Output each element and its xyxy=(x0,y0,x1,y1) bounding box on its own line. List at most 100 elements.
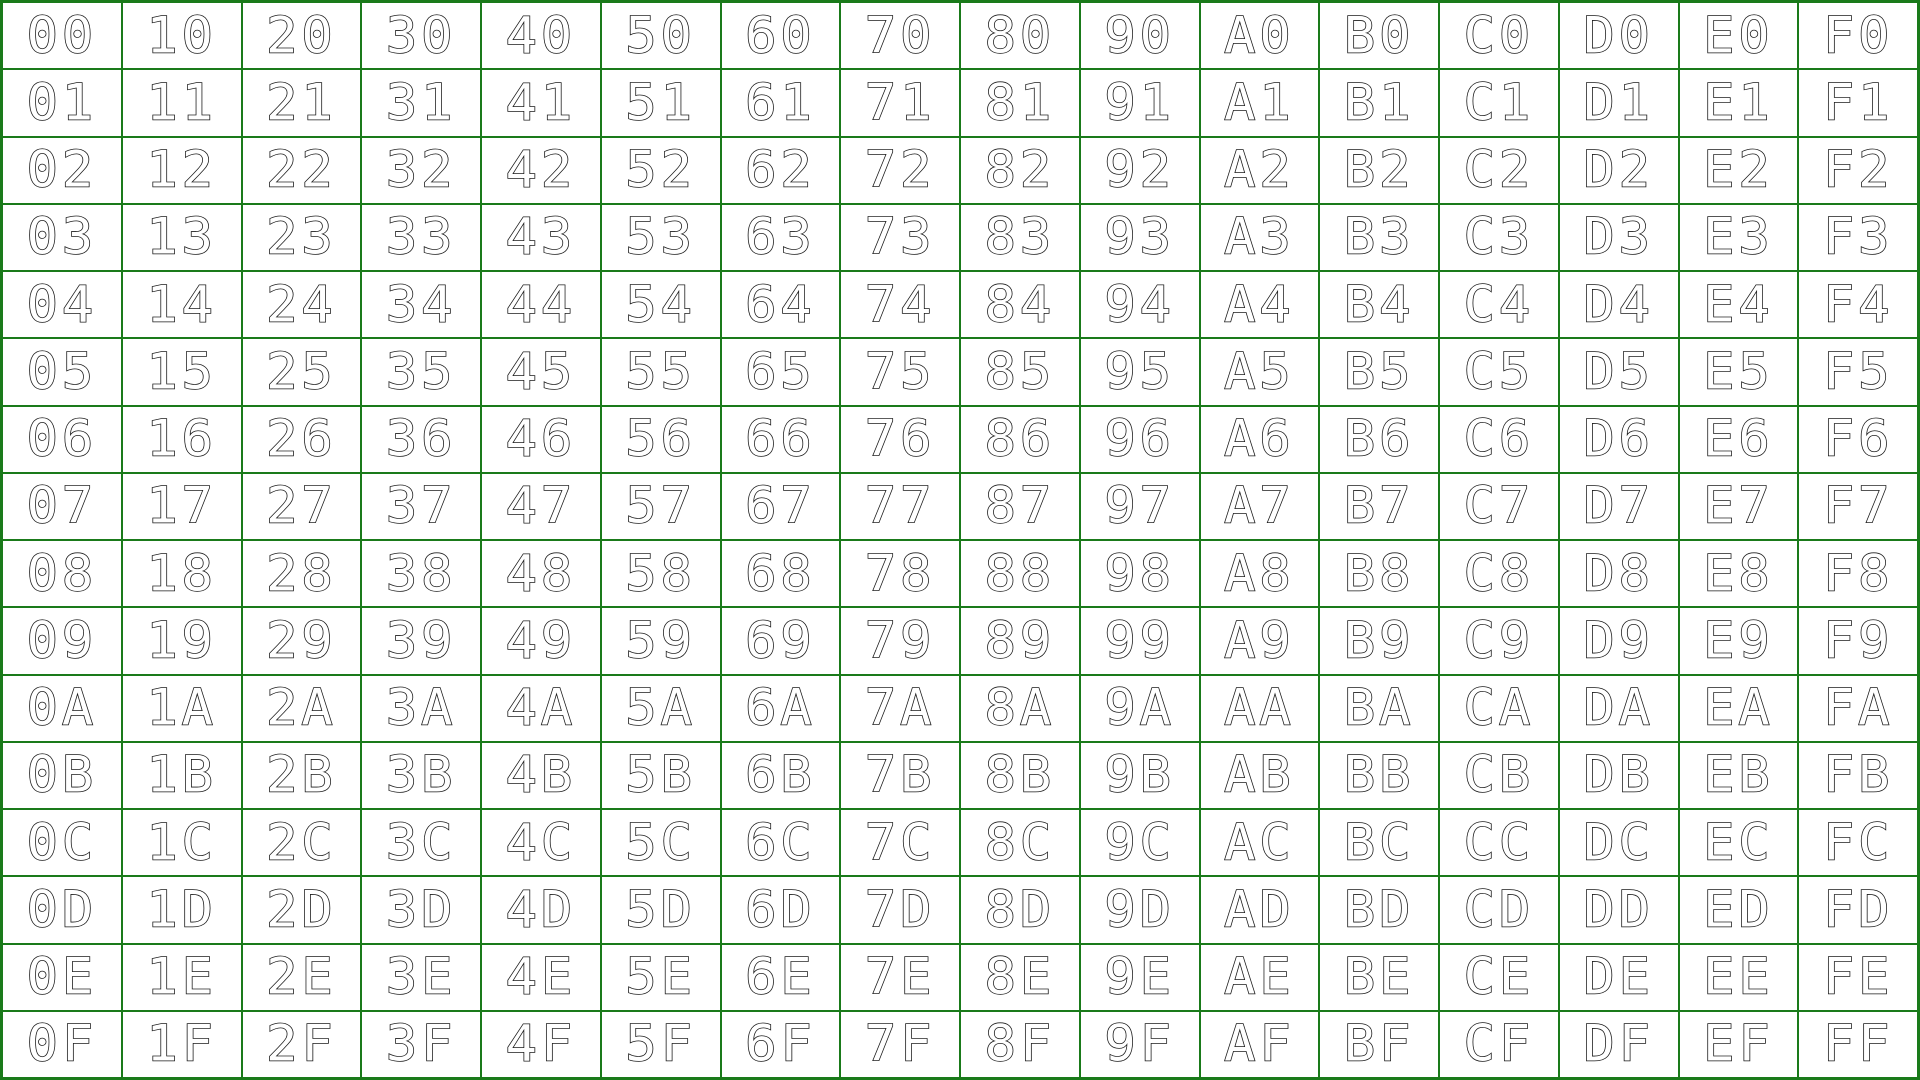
hex-cell-label: B6 xyxy=(1343,410,1415,468)
hex-cell: FF xyxy=(1798,1010,1918,1078)
hex-cell-label: 7C xyxy=(864,813,936,872)
hex-cell: A7 xyxy=(1199,472,1320,540)
hex-cell: D1 xyxy=(1558,69,1679,137)
hex-cell: 79 xyxy=(840,607,960,675)
hex-cell-label: 2E xyxy=(265,948,337,1006)
hex-cell: B7 xyxy=(1319,472,1439,540)
hex-cell-label: A0 xyxy=(1223,6,1295,65)
hex-cell: AB xyxy=(1199,741,1320,809)
hex-cell-label: 5B xyxy=(625,746,696,805)
hex-cell-label: C8 xyxy=(1463,544,1535,603)
hex-cell: B9 xyxy=(1319,607,1439,675)
hex-cell: 9B xyxy=(1079,741,1200,809)
hex-cell: CF xyxy=(1439,1010,1559,1078)
hex-cell: 24 xyxy=(241,271,362,339)
hex-cell-label: 37 xyxy=(385,477,457,536)
hex-cell: 5D xyxy=(600,876,721,944)
hex-cell-label: 88 xyxy=(984,544,1056,603)
hex-cell-label: 8A xyxy=(984,679,1056,737)
hex-cell: 6E xyxy=(720,943,841,1011)
hex-cell-label: 6D xyxy=(744,881,816,939)
hex-cell: E3 xyxy=(1678,203,1799,271)
hex-cell-label: 4B xyxy=(505,746,577,805)
hex-cell-label: 84 xyxy=(984,275,1056,334)
hex-cell: 54 xyxy=(600,271,721,339)
hex-cell-label: 64 xyxy=(744,275,816,334)
hex-cell-label: FD xyxy=(1822,881,1894,939)
hex-cell-label: 21 xyxy=(265,74,337,132)
hex-cell: DF xyxy=(1558,1010,1679,1078)
hex-cell-label: 65 xyxy=(744,343,816,401)
hex-cell: 77 xyxy=(840,472,960,540)
hex-cell: B2 xyxy=(1319,136,1439,204)
hex-cell: CE xyxy=(1439,943,1559,1011)
hex-cell: 67 xyxy=(720,472,841,540)
hex-cell-label: 6B xyxy=(744,746,816,805)
hex-cell-label: 1F xyxy=(146,1015,217,1074)
hex-cell-label: BF xyxy=(1343,1015,1415,1074)
hex-cell-label: 8D xyxy=(984,881,1056,939)
hex-cell-label: CE xyxy=(1463,948,1535,1006)
hex-cell-label: 3E xyxy=(385,948,457,1006)
hex-cell-label: A4 xyxy=(1223,275,1295,334)
hex-cell: 3B xyxy=(361,741,481,809)
hex-cell-label: 76 xyxy=(864,410,936,468)
hex-cell: 1A xyxy=(121,674,242,742)
hex-cell: BA xyxy=(1319,674,1439,742)
hex-cell-label: 4A xyxy=(505,679,577,737)
hex-cell: C8 xyxy=(1439,540,1559,608)
hex-cell-label: 1C xyxy=(146,813,217,872)
hex-cell-label: DC xyxy=(1583,813,1654,872)
hex-cell-label: 63 xyxy=(744,208,816,267)
hex-cell: 96 xyxy=(1079,405,1200,473)
hex-cell: 0E xyxy=(2,943,122,1011)
hex-cell-label: F0 xyxy=(1822,6,1894,65)
hex-cell-label: 0B xyxy=(26,746,98,805)
hex-cell-label: 4C xyxy=(505,813,577,872)
hex-cell-label: A9 xyxy=(1223,612,1295,670)
hex-cell: 8F xyxy=(960,1010,1080,1078)
hex-cell-label: 1E xyxy=(146,948,217,1006)
hex-cell: 61 xyxy=(720,69,841,137)
hex-cell: A6 xyxy=(1199,405,1320,473)
hex-cell: 39 xyxy=(361,607,481,675)
hex-cell: 22 xyxy=(241,136,362,204)
hex-cell-label: BE xyxy=(1343,948,1415,1006)
hex-cell-label: D1 xyxy=(1583,74,1654,132)
hex-cell-label: 47 xyxy=(505,477,577,536)
hex-cell: 27 xyxy=(241,472,362,540)
hex-cell: 26 xyxy=(241,405,362,473)
hex-grid: 00 10 20 30 40 50 60 70 80 90 A0 B0 C0 D0 E0 F0 01 11 21 31… xyxy=(0,0,1920,1080)
hex-cell-label: 3D xyxy=(385,881,457,939)
hex-cell: 91 xyxy=(1079,69,1200,137)
hex-cell-label: 2F xyxy=(265,1015,337,1074)
hex-cell-label: 26 xyxy=(265,410,337,468)
hex-cell-label: A5 xyxy=(1223,343,1295,401)
hex-cell-label: D9 xyxy=(1583,612,1654,670)
hex-cell-label: C3 xyxy=(1463,208,1535,267)
hex-cell-label: BB xyxy=(1343,746,1415,805)
hex-cell: 9D xyxy=(1079,876,1200,944)
hex-cell-label: A6 xyxy=(1223,410,1295,468)
hex-cell-label: 3C xyxy=(385,813,457,872)
hex-cell-label: FA xyxy=(1822,679,1894,737)
hex-cell-label: A1 xyxy=(1223,74,1295,132)
hex-cell: CC xyxy=(1439,809,1559,877)
hex-cell: D0 xyxy=(1558,2,1679,70)
hex-cell: 2E xyxy=(241,943,362,1011)
hex-cell: FD xyxy=(1798,876,1918,944)
hex-cell: 35 xyxy=(361,338,481,406)
hex-cell-label: 70 xyxy=(864,6,936,65)
hex-cell: 58 xyxy=(600,540,721,608)
hex-cell-label: FC xyxy=(1822,813,1894,872)
hex-cell-label: 6A xyxy=(744,679,816,737)
hex-cell-label: 97 xyxy=(1104,477,1175,536)
hex-cell: 4D xyxy=(481,876,601,944)
hex-cell: E5 xyxy=(1678,338,1799,406)
hex-cell-label: 71 xyxy=(864,74,936,132)
hex-cell-label: ED xyxy=(1702,881,1774,939)
hex-cell: 98 xyxy=(1079,540,1200,608)
hex-cell-label: CA xyxy=(1463,679,1535,737)
hex-cell-label: 34 xyxy=(385,275,457,334)
hex-cell: EB xyxy=(1678,741,1799,809)
